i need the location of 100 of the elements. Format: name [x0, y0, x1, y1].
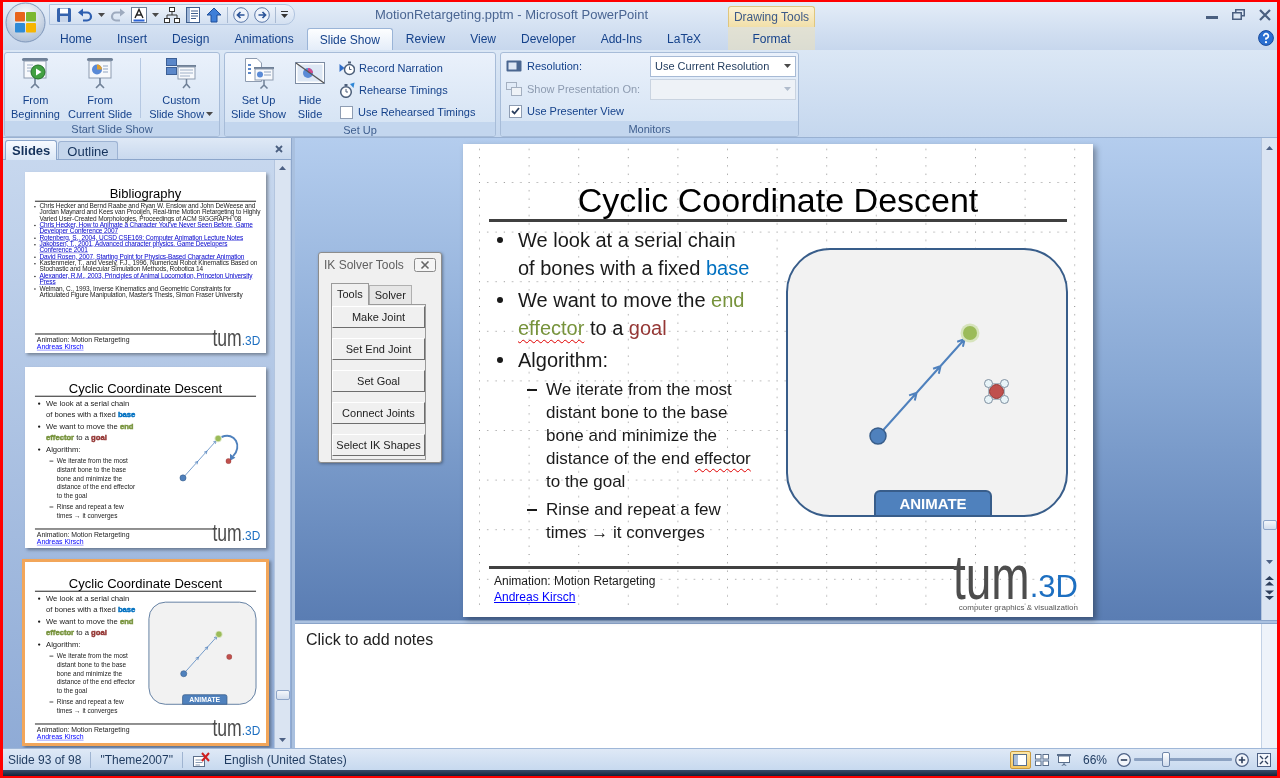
- double-up-arrow-icon[interactable]: [1265, 576, 1274, 586]
- up-arrow-icon[interactable]: [206, 6, 222, 23]
- setup-screen-icon: [242, 57, 275, 89]
- bullet-text: We want to move the end effector to a goal: [518, 288, 746, 341]
- bullet-icon: [38, 643, 41, 646]
- help-icon[interactable]: [1258, 30, 1274, 46]
- slide-thumbnail[interactable]: [25, 172, 266, 353]
- scroll-down-icon[interactable]: [1266, 560, 1273, 564]
- logo-wordmark: tum: [212, 718, 242, 738]
- ribbon-tab[interactable]: Add-Ins: [588, 28, 655, 50]
- double-down-arrow-icon[interactable]: [1265, 590, 1274, 600]
- bullet-icon: [497, 297, 503, 303]
- author-link[interactable]: Andreas Kirsch: [494, 589, 576, 605]
- ribbon-tab[interactable]: Slide Show: [306, 28, 393, 50]
- play-stopwatch-icon: [339, 60, 356, 76]
- save-icon[interactable]: [56, 6, 72, 23]
- group-label: Start Slide Show: [5, 121, 219, 136]
- logo-suffix: .3D: [241, 725, 261, 738]
- ribbon-tab[interactable]: Developer: [508, 28, 588, 50]
- scroll-thumb[interactable]: [1262, 520, 1277, 530]
- ribbon-tab[interactable]: Format: [740, 28, 803, 50]
- bone-chain-drawing: [179, 432, 240, 483]
- ribbon-tab[interactable]: View: [458, 28, 508, 50]
- forward-icon[interactable]: [254, 6, 270, 23]
- scroll-up-icon[interactable]: [1266, 146, 1273, 150]
- fit-to-window-icon[interactable]: [1257, 752, 1271, 767]
- ribbon-tab[interactable]: Review: [393, 28, 458, 50]
- tool-group-label: Drawing Tools: [728, 6, 815, 27]
- ribbon-tab[interactable]: Design: [160, 28, 222, 50]
- slide-title: Cyclic Coordinate Descent: [68, 381, 223, 396]
- close-icon[interactable]: [275, 145, 283, 153]
- dialog-button[interactable]: Select IK Shapes: [332, 434, 425, 456]
- checkbox[interactable]: [509, 104, 522, 118]
- logo-tagline: computer graphics & visualization: [958, 603, 1078, 613]
- bullet-icon: [38, 597, 41, 600]
- ribbon-button[interactable]: From Beginning: [8, 55, 63, 121]
- dropdown[interactable]: Use Current Resolution: [650, 55, 796, 77]
- view-button[interactable]: [1009, 750, 1031, 769]
- restore-icon[interactable]: [1232, 9, 1245, 20]
- caret-icon[interactable]: [152, 12, 159, 17]
- ribbon-button[interactable]: Custom Slide Show: [146, 55, 217, 121]
- footer-text: Animation: Motion Retargeting: [494, 573, 656, 589]
- normal-view-icon: [1013, 753, 1028, 766]
- zoom-level[interactable]: 66%: [1082, 750, 1107, 769]
- checkbox[interactable]: [340, 105, 354, 119]
- ribbon-button[interactable]: Rehearse Timings: [337, 80, 476, 100]
- logo-wordmark: tum: [953, 553, 1030, 602]
- logo-suffix: .3D: [241, 530, 261, 543]
- spellcheck-icon[interactable]: [191, 752, 210, 767]
- dialog-button[interactable]: Make Joint: [332, 306, 425, 328]
- zoom-out-icon[interactable]: [1117, 752, 1131, 767]
- zoom-in-icon[interactable]: [1235, 752, 1249, 767]
- ribbon-button[interactable]: From Current Slide: [64, 55, 136, 121]
- checkbox-label: Use Rehearsed Timings: [358, 104, 476, 120]
- document-icon[interactable]: [185, 6, 201, 23]
- slide-thumbnail[interactable]: [22, 559, 269, 746]
- dialog-button[interactable]: Set End Joint: [332, 338, 425, 360]
- dialog-tab[interactable]: Solver: [368, 285, 412, 304]
- language-text[interactable]: English (United States): [223, 750, 347, 769]
- slide-title: Bibliography: [109, 186, 182, 201]
- tick-icon: [511, 107, 520, 115]
- hierarchy-icon[interactable]: [164, 6, 180, 23]
- font-color-icon[interactable]: [131, 6, 147, 23]
- monitor-icon: [506, 58, 522, 74]
- caret-icon[interactable]: [281, 11, 288, 18]
- logo-wordmark: tum: [212, 523, 242, 543]
- ribbon-tab[interactable]: Insert: [105, 28, 160, 50]
- ribbon-tab[interactable]: LaTeX: [655, 28, 714, 50]
- scroll-up-icon[interactable]: [279, 166, 286, 170]
- back-icon[interactable]: [233, 6, 249, 23]
- animate-button[interactable]: ANIMATE: [874, 490, 992, 517]
- monitors-icon: [506, 81, 522, 97]
- slide-title: Cyclic Coordinate Descent: [68, 576, 223, 591]
- logo-suffix: .3D: [1029, 572, 1078, 602]
- slider-thumb[interactable]: [1162, 752, 1171, 767]
- slide-title: Cyclic Coordinate Descent: [577, 181, 979, 219]
- bullet-icon: [38, 425, 41, 428]
- ribbon-button[interactable]: Set Up Slide Show: [228, 55, 290, 121]
- pane-tab[interactable]: Slides: [5, 140, 58, 160]
- caret-icon[interactable]: [98, 12, 105, 17]
- field-label: Resolution:: [527, 58, 583, 74]
- ribbon-button[interactable]: Record Narration: [337, 58, 476, 78]
- bullet-icon: [38, 448, 41, 451]
- ribbon-tab[interactable]: Home: [48, 28, 104, 50]
- dialog-button[interactable]: Set Goal: [332, 370, 425, 392]
- caret-icon[interactable]: [784, 64, 791, 68]
- ribbon-button[interactable]: Hide Slide: [291, 55, 330, 121]
- close-icon[interactable]: [414, 258, 436, 272]
- scroll-down-icon[interactable]: [279, 738, 286, 742]
- dialog-button[interactable]: Connect Joints: [332, 402, 425, 424]
- close-icon[interactable]: [1259, 8, 1271, 21]
- ribbon-tab[interactable]: Animations: [222, 28, 306, 50]
- scroll-thumb[interactable]: [275, 690, 290, 700]
- slide-thumbnail[interactable]: [25, 367, 266, 548]
- dialog-tab[interactable]: Tools: [331, 283, 369, 305]
- bullet-text: Algorithm:: [518, 348, 610, 373]
- pane-tab[interactable]: Outline: [58, 141, 118, 159]
- bullet-text: Rinse and repeat a few times → it converges: [546, 499, 722, 544]
- bullet-text: We iterate from the most distant bone to the base bone and minimize the distance of the end effector to the goal: [546, 379, 752, 493]
- undo-icon[interactable]: [77, 6, 93, 23]
